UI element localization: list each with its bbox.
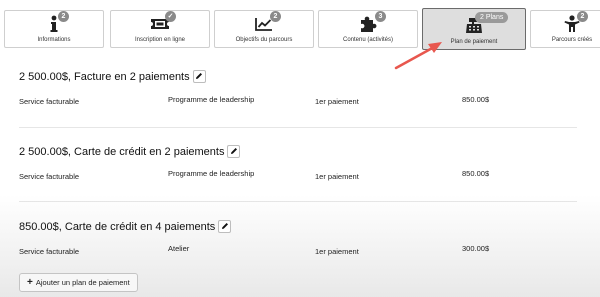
payment-amount: 850.00$ bbox=[462, 95, 490, 104]
program-name: Atelier bbox=[168, 244, 190, 253]
payment-amount: 300.00$ bbox=[462, 244, 490, 253]
tab-parcours-crees[interactable]: 2 Parcours créés bbox=[530, 10, 600, 48]
tab-inscription[interactable]: ✓ Inscription en ligne bbox=[110, 10, 210, 48]
divider bbox=[19, 127, 577, 128]
payment-number: 1er paiement bbox=[315, 97, 359, 106]
pencil-icon bbox=[230, 146, 238, 158]
tab-badge: ✓ bbox=[165, 11, 176, 22]
program-name: Programme de leadership bbox=[168, 169, 255, 178]
edit-plan-button[interactable] bbox=[227, 145, 241, 158]
plan-title: 2 500.00$, Carte de crédit en 2 paiement… bbox=[19, 145, 241, 158]
pencil-icon bbox=[195, 71, 203, 83]
plan-title-text: 2 500.00$, Carte de crédit en 2 paiement… bbox=[19, 145, 225, 158]
tab-label: Parcours créés bbox=[551, 37, 593, 43]
tab-badge: 2 bbox=[577, 11, 588, 22]
tab-bar: 2 Informations ✓ Inscription en ligne 2 … bbox=[0, 6, 600, 50]
add-payment-plan-button[interactable]: + Ajouter un plan de paiement bbox=[19, 273, 138, 292]
tab-informations[interactable]: 2 Informations bbox=[4, 10, 104, 48]
tab-label: Inscription en ligne bbox=[134, 37, 186, 43]
add-payment-plan-label: Ajouter un plan de paiement bbox=[35, 278, 130, 287]
plan-title: 2 500.00$, Facture en 2 paiements bbox=[19, 70, 206, 83]
tab-badge: 2 Plans bbox=[475, 12, 509, 23]
edit-plan-button[interactable] bbox=[218, 220, 232, 233]
payment-number: 1er paiement bbox=[315, 172, 359, 181]
program-name: Programme de leadership bbox=[168, 95, 255, 104]
tab-plan-de-paiement[interactable]: 2 Plans Plan de paiement bbox=[422, 8, 526, 50]
service-type: Service facturable bbox=[19, 97, 80, 106]
plus-icon: + bbox=[27, 276, 33, 288]
tab-contenu[interactable]: 3 Contenu (activités) bbox=[318, 10, 418, 48]
tab-badge: 2 bbox=[270, 11, 281, 22]
tab-badge: 3 bbox=[375, 11, 386, 22]
plan-title-text: 850.00$, Carte de crédit en 4 paiements bbox=[19, 220, 216, 233]
tab-label: Plan de paiement bbox=[450, 39, 498, 45]
pencil-icon bbox=[221, 221, 229, 233]
plan-title-text: 2 500.00$, Facture en 2 paiements bbox=[19, 70, 190, 83]
edit-plan-button[interactable] bbox=[192, 70, 206, 83]
payment-number: 1er paiement bbox=[315, 247, 359, 256]
service-type: Service facturable bbox=[19, 247, 80, 256]
payment-amount: 850.00$ bbox=[462, 169, 490, 178]
tab-objectifs[interactable]: 2 Objectifs du parcours bbox=[214, 10, 314, 48]
payment-plan-page: 2 Informations ✓ Inscription en ligne 2 … bbox=[0, 0, 600, 297]
tab-label: Contenu (activités) bbox=[342, 37, 394, 43]
divider bbox=[19, 201, 577, 202]
tab-label: Objectifs du parcours bbox=[235, 37, 293, 43]
tab-badge: 2 bbox=[58, 11, 69, 22]
tab-label: Informations bbox=[37, 37, 71, 43]
plan-title: 850.00$, Carte de crédit en 4 paiements bbox=[19, 220, 232, 233]
service-type: Service facturable bbox=[19, 172, 80, 181]
